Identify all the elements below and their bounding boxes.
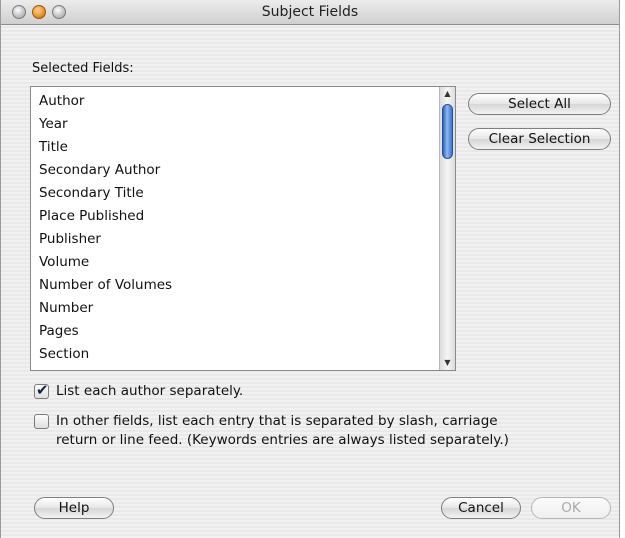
list-item[interactable]: Number of Volumes <box>31 274 437 297</box>
list-scrollbar[interactable]: ▲ ▼ <box>439 87 455 370</box>
list-item[interactable]: Author <box>31 90 437 113</box>
ok-button[interactable]: OK <box>531 497 611 519</box>
list-item[interactable]: Secondary Author <box>31 159 437 182</box>
list-item[interactable]: Volume <box>31 251 437 274</box>
list-item[interactable]: Pages <box>31 320 437 343</box>
help-button[interactable]: Help <box>34 497 114 519</box>
list-item[interactable]: Section <box>31 343 437 366</box>
list-item[interactable]: Tertiary Author <box>31 366 437 370</box>
window-title: Subject Fields <box>261 4 359 20</box>
list-entries-separately-label-line1: In other fields, list each entry that is… <box>56 413 498 429</box>
cancel-button[interactable]: Cancel <box>441 497 521 519</box>
subject-fields-dialog: Subject Fields Selected Fields: Author Ye… <box>0 0 620 538</box>
selected-fields-list[interactable]: Author Year Title Secondary Author Secondary… <box>30 86 456 371</box>
list-author-separately-checkbox[interactable] <box>34 381 49 399</box>
scroll-down-icon[interactable]: ▼ <box>440 356 455 370</box>
scroll-up-icon[interactable]: ▲ <box>440 87 455 101</box>
list-items-container: Author Year Title Secondary Author Secondary… <box>31 90 437 370</box>
title-bar: Subject Fields <box>1 0 619 25</box>
select-all-button[interactable]: Select All <box>468 93 611 115</box>
list-author-separately-label: List each author separately. <box>56 383 244 399</box>
clear-selection-button[interactable]: Clear Selection <box>468 128 611 150</box>
list-item[interactable]: Year <box>31 113 437 136</box>
list-entries-separately-label-line2: return or line feed. (Keywords entries a… <box>56 432 509 448</box>
selected-fields-label: Selected Fields: <box>32 61 134 76</box>
list-item[interactable]: Secondary Title <box>31 182 437 205</box>
list-item[interactable]: Place Published <box>31 205 437 228</box>
scroll-thumb[interactable] <box>442 104 453 159</box>
list-item[interactable]: Number <box>31 297 437 320</box>
list-entries-separately-checkbox[interactable] <box>34 414 49 429</box>
list-item[interactable]: Title <box>31 136 437 159</box>
list-item[interactable]: Publisher <box>31 228 437 251</box>
